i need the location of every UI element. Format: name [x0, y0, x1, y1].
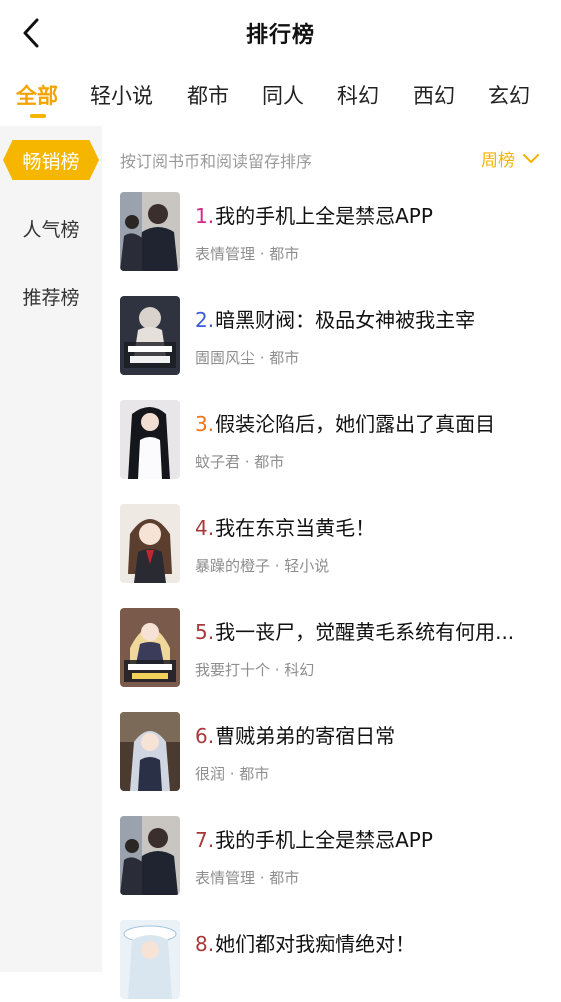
- book-cover: [120, 400, 180, 479]
- rank-number: 3.: [195, 412, 215, 436]
- tab-fanfic[interactable]: 同人: [262, 80, 304, 110]
- book-meta: 圊圊风尘 · 都市: [195, 349, 300, 367]
- book-title: 2.暗黑财阀：极品女神被我主宰: [195, 304, 547, 333]
- rank-number: 7.: [195, 828, 215, 852]
- book-title: 5.我一丧尸，觉醒黄毛系统有何用...: [195, 616, 547, 645]
- rank-number: 8.: [195, 932, 215, 956]
- book-cover: [120, 608, 180, 687]
- book-meta: 暴躁的橙子 · 轻小说: [195, 557, 330, 575]
- book-title-text: 我的手机上全是禁忌APP: [215, 204, 433, 228]
- book-title-text: 暗黑财阀：极品女神被我主宰: [215, 308, 476, 332]
- book-title-text: 假装沦陷后，她们露出了真面目: [215, 412, 496, 436]
- book-meta: 我要打十个 · 科幻: [195, 661, 315, 679]
- book-meta: 表情管理 · 都市: [195, 869, 300, 887]
- tab-light-novel[interactable]: 轻小说: [90, 80, 153, 110]
- book-title: 3.假装沦陷后，她们露出了真面目: [195, 408, 547, 437]
- tab-all[interactable]: 全部: [16, 80, 58, 110]
- category-tabs: 全部 轻小说 都市 同人 科幻 西幻 玄幻: [0, 70, 561, 126]
- sidebar-item-popular[interactable]: 人气榜: [0, 208, 102, 248]
- tab-scifi[interactable]: 科幻: [337, 80, 379, 110]
- top-bar: 排行榜: [0, 0, 561, 66]
- rank-number: 2.: [195, 308, 215, 332]
- book-title: 1.我的手机上全是禁忌APP: [195, 200, 547, 229]
- active-tab-indicator: [30, 114, 46, 118]
- list-item[interactable]: 1.我的手机上全是禁忌APP 表情管理 · 都市: [102, 190, 561, 274]
- list-item[interactable]: 4.我在东京当黄毛！ 暴躁的橙子 · 轻小说: [102, 502, 561, 586]
- book-title-text: 我一丧尸，觉醒黄毛系统有何用...: [215, 620, 515, 644]
- list-subheader: 按订阅书币和阅读留存排序 周榜: [102, 136, 561, 182]
- book-title-text: 她们都对我痴情绝对！: [215, 932, 416, 956]
- page-title: 排行榜: [245, 23, 315, 48]
- sort-hint: 按订阅书币和阅读留存排序: [120, 152, 313, 171]
- book-cover: [120, 504, 180, 583]
- list-item[interactable]: 3.假装沦陷后，她们露出了真面目 蚊子君 · 都市: [102, 398, 561, 482]
- ranking-sidebar: 畅销榜 人气榜 推荐榜: [0, 126, 102, 972]
- rank-number: 1.: [195, 204, 215, 228]
- book-title-text: 我的手机上全是禁忌APP: [215, 828, 433, 852]
- sidebar-item-bestseller[interactable]: 畅销榜: [3, 140, 99, 180]
- book-title: 8.她们都对我痴情绝对！: [195, 928, 547, 957]
- book-cover: [120, 712, 180, 791]
- tab-urban[interactable]: 都市: [187, 80, 229, 110]
- book-cover: [120, 920, 180, 999]
- book-title: 6.曹贼弟弟的寄宿日常: [195, 720, 547, 749]
- book-title: 7.我的手机上全是禁忌APP: [195, 824, 547, 853]
- rank-number: 5.: [195, 620, 215, 644]
- rank-number: 4.: [195, 516, 215, 540]
- book-meta: 很润 · 都市: [195, 765, 270, 783]
- list-item[interactable]: 7.我的手机上全是禁忌APP 表情管理 · 都市: [102, 814, 561, 898]
- list-item[interactable]: 5.我一丧尸，觉醒黄毛系统有何用... 我要打十个 · 科幻: [102, 606, 561, 690]
- book-cover: [120, 816, 180, 895]
- book-title-text: 我在东京当黄毛！: [215, 516, 376, 540]
- tab-eastern-fantasy[interactable]: 玄幻: [488, 80, 530, 110]
- book-cover: [120, 296, 180, 375]
- book-title: 4.我在东京当黄毛！: [195, 512, 547, 541]
- chevron-left-icon: [23, 18, 39, 48]
- back-button[interactable]: [16, 17, 46, 49]
- book-cover: [120, 192, 180, 271]
- sidebar-item-recommended[interactable]: 推荐榜: [0, 276, 102, 316]
- period-dropdown[interactable]: 周榜: [481, 146, 539, 171]
- rank-number: 6.: [195, 724, 215, 748]
- list-item[interactable]: 6.曹贼弟弟的寄宿日常 很润 · 都市: [102, 710, 561, 794]
- chevron-down-icon: [523, 153, 539, 163]
- book-meta: 表情管理 · 都市: [195, 245, 300, 263]
- list-item[interactable]: 8.她们都对我痴情绝对！: [102, 918, 561, 1002]
- tab-western-fantasy[interactable]: 西幻: [413, 80, 455, 110]
- book-title-text: 曹贼弟弟的寄宿日常: [215, 724, 396, 748]
- period-label: 周榜: [481, 151, 515, 171]
- book-meta: 蚊子君 · 都市: [195, 453, 285, 471]
- list-item[interactable]: 2.暗黑财阀：极品女神被我主宰 圊圊风尘 · 都市: [102, 294, 561, 378]
